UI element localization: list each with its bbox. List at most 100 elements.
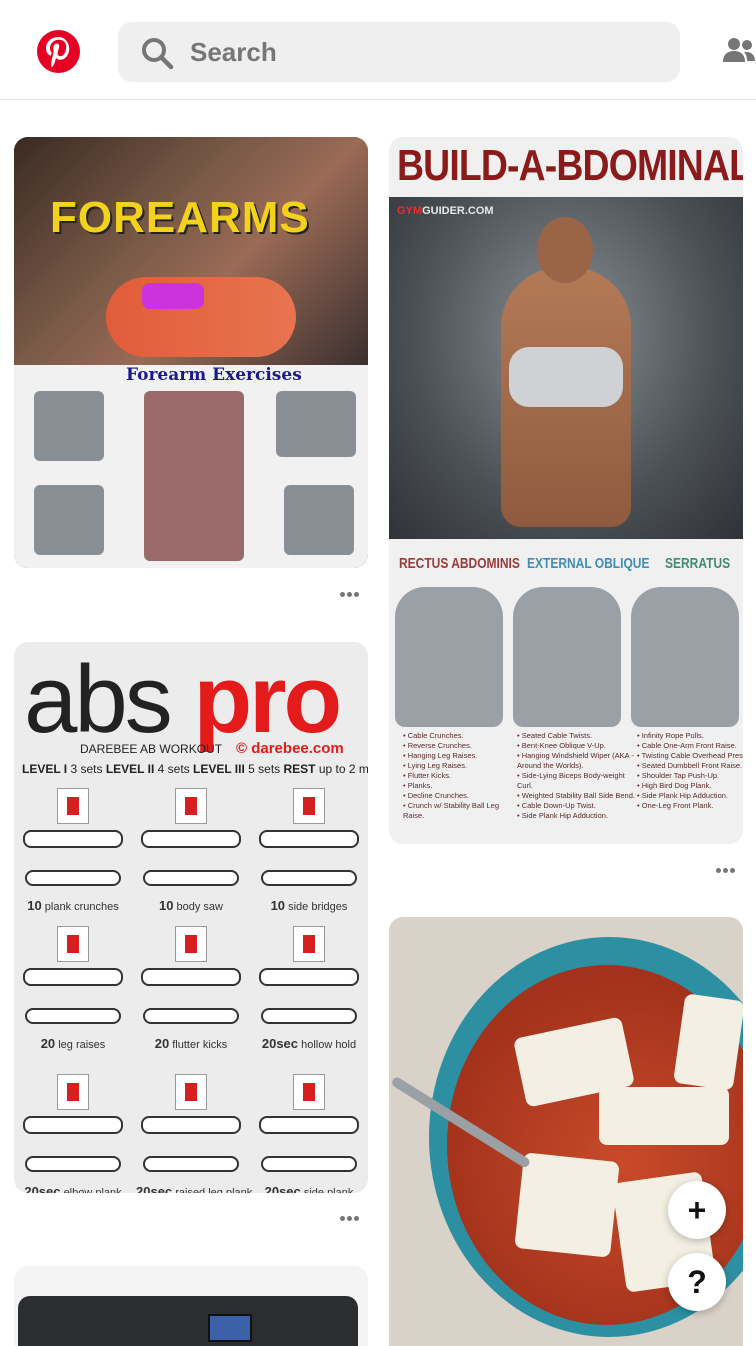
exercise-item: Crunch w/ Stability Ball Leg Raise. bbox=[403, 801, 521, 821]
torso-diagram bbox=[175, 926, 207, 962]
exercise-label: 20 flutter kicks bbox=[154, 1036, 228, 1051]
exercise-item: Weighted Stability Ball Side Bend. bbox=[517, 791, 635, 801]
torso-diagram bbox=[293, 788, 325, 824]
exercise-item: Hanging Leg Raises. bbox=[403, 751, 521, 761]
exercise-cell: 20 leg raises bbox=[18, 926, 128, 1051]
athlete-head bbox=[537, 217, 593, 283]
pin-keyboard[interactable] bbox=[14, 1266, 368, 1346]
exercise-label: 20sec elbow plank bbox=[24, 1184, 122, 1193]
pin-image: FOREARMS bbox=[14, 137, 368, 365]
muscle-label: SERRATUS bbox=[665, 555, 731, 572]
exercise-item: Seated Dumbbell Front Raise. bbox=[637, 761, 743, 771]
anatomy-figure bbox=[34, 485, 104, 555]
exercise-cell: 10 side bridges bbox=[254, 788, 364, 913]
exercise-label: 10 body saw bbox=[158, 898, 223, 913]
pin-title-overlay: BUILD-A-BDOMINALS bbox=[397, 141, 743, 190]
pin-image: GYMGUIDER.COM bbox=[389, 197, 743, 539]
exercise-cell: 20sec raised leg plank bbox=[136, 1074, 253, 1193]
more-options-icon[interactable] bbox=[716, 866, 736, 874]
search-placeholder: Search bbox=[190, 37, 277, 67]
torso-diagram bbox=[57, 926, 89, 962]
exercise-figure bbox=[261, 1156, 357, 1172]
pin-forearms[interactable]: FOREARMS Forearm Exercises bbox=[14, 137, 368, 568]
exercise-item: Planks. bbox=[403, 781, 521, 791]
exercise-item: Seated Cable Twists. bbox=[517, 731, 635, 741]
pinterest-logo[interactable] bbox=[37, 30, 80, 73]
exercise-item: Hanging Windshield Wiper (AKA - Around t… bbox=[517, 751, 635, 771]
keyboard-display bbox=[208, 1314, 252, 1342]
torso-diagram bbox=[293, 1074, 325, 1110]
pin-abs-pro[interactable]: abs pro DAREBEE AB WORKOUT © darebee.com… bbox=[14, 642, 368, 1193]
pin-illustrations: Forearm Exercises bbox=[14, 365, 368, 568]
exercise-list: Seated Cable Twists.Bent-Knee Oblique V-… bbox=[517, 731, 635, 821]
pin-build-abdominals[interactable]: BUILD-A-BDOMINALS GYMGUIDER.COM RECTUS A… bbox=[389, 137, 743, 844]
exercise-item: Cable Crunches. bbox=[403, 731, 521, 741]
exercise-item: Side Plank Hip Adduction. bbox=[637, 791, 743, 801]
top-bar: Search bbox=[0, 0, 756, 100]
exercise-figure bbox=[143, 1156, 239, 1172]
exercise-figure bbox=[143, 870, 239, 886]
exercise-figure bbox=[25, 1008, 121, 1024]
more-options-icon[interactable] bbox=[340, 1214, 360, 1222]
exercise-item: Shoulder Tap Push-Up. bbox=[637, 771, 743, 781]
exercise-figure bbox=[23, 830, 123, 848]
exercise-figure bbox=[261, 1008, 357, 1024]
workout-levels: LEVEL I 3 sets LEVEL II 4 sets LEVEL III… bbox=[22, 762, 368, 776]
exercise-cell: 20sec hollow hold bbox=[254, 926, 364, 1051]
more-options-icon[interactable] bbox=[340, 590, 360, 598]
site-watermark: © darebee.com bbox=[236, 740, 344, 757]
pin-subtitle: DAREBEE AB WORKOUT bbox=[80, 742, 223, 756]
exercise-cell: 10 plank crunches bbox=[18, 788, 128, 913]
exercise-cell: 10 body saw bbox=[136, 788, 246, 913]
keyboard-image bbox=[18, 1296, 358, 1346]
torso-diagram bbox=[293, 926, 325, 962]
exercise-figure bbox=[259, 1116, 359, 1134]
exercise-figure bbox=[23, 968, 123, 986]
exercise-item: Lying Leg Raises. bbox=[403, 761, 521, 771]
exercise-figure bbox=[23, 1116, 123, 1134]
exercise-cell: 20 flutter kicks bbox=[136, 926, 246, 1051]
exercise-label: 10 plank crunches bbox=[27, 898, 119, 913]
exercise-label: 20sec side plank bbox=[264, 1184, 354, 1193]
muscle-label: EXTERNAL OBLIQUE bbox=[527, 555, 650, 572]
exercise-item: High Bird Dog Plank. bbox=[637, 781, 743, 791]
help-button[interactable]: ? bbox=[668, 1253, 726, 1311]
cheese-slice bbox=[514, 1152, 620, 1258]
exercise-item: Side-Lying Biceps Body-weight Curl. bbox=[517, 771, 635, 791]
anatomy-figure bbox=[631, 587, 739, 727]
add-button[interactable]: + bbox=[668, 1181, 726, 1239]
exercise-list: Infinity Rope Pulls.Cable One-Arm Front … bbox=[637, 731, 743, 811]
exercise-figure bbox=[25, 1156, 121, 1172]
exercise-figure bbox=[141, 830, 241, 848]
cheese-slice bbox=[599, 1087, 729, 1145]
exercise-item: Flutter Kicks. bbox=[403, 771, 521, 781]
search-bar[interactable]: Search bbox=[118, 22, 680, 82]
highlight-shape bbox=[142, 283, 204, 309]
muscle-label: RECTUS ABDOMINIS bbox=[399, 555, 520, 572]
exercise-figure bbox=[261, 870, 357, 886]
anatomy-figure bbox=[144, 391, 244, 561]
exercise-label: 10 side bridges bbox=[270, 898, 348, 913]
exercise-item: Cable Down-Up Twist. bbox=[517, 801, 635, 811]
people-icon[interactable] bbox=[722, 36, 756, 66]
exercise-label: 20sec raised leg plank bbox=[136, 1184, 253, 1193]
exercise-item: Twisting Cable Overhead Press. bbox=[637, 751, 743, 761]
anatomy-figure bbox=[34, 391, 104, 461]
anatomy-figure bbox=[276, 391, 356, 457]
exercise-list: Cable Crunches.Reverse Crunches.Hanging … bbox=[403, 731, 521, 821]
torso-diagram bbox=[57, 788, 89, 824]
exercise-label: 20sec hollow hold bbox=[261, 1036, 357, 1051]
exercise-cell: 20sec side plank bbox=[254, 1074, 364, 1193]
exercise-label: 20 leg raises bbox=[40, 1036, 106, 1051]
exercise-item: Bent-Knee Oblique V-Up. bbox=[517, 741, 635, 751]
pin-title-overlay: abs pro bbox=[24, 646, 342, 753]
pin-subtitle: Forearm Exercises bbox=[126, 365, 302, 385]
search-icon bbox=[142, 38, 174, 70]
muscle-labels: RECTUS ABDOMINIS EXTERNAL OBLIQUE SERRAT… bbox=[389, 555, 743, 585]
anatomy-figure bbox=[395, 587, 503, 727]
torso-diagram bbox=[57, 1074, 89, 1110]
exercise-cell: 20sec elbow plank bbox=[18, 1074, 128, 1193]
exercise-figure bbox=[141, 968, 241, 986]
exercise-figure bbox=[141, 1116, 241, 1134]
exercise-item: Cable One-Arm Front Raise. bbox=[637, 741, 743, 751]
